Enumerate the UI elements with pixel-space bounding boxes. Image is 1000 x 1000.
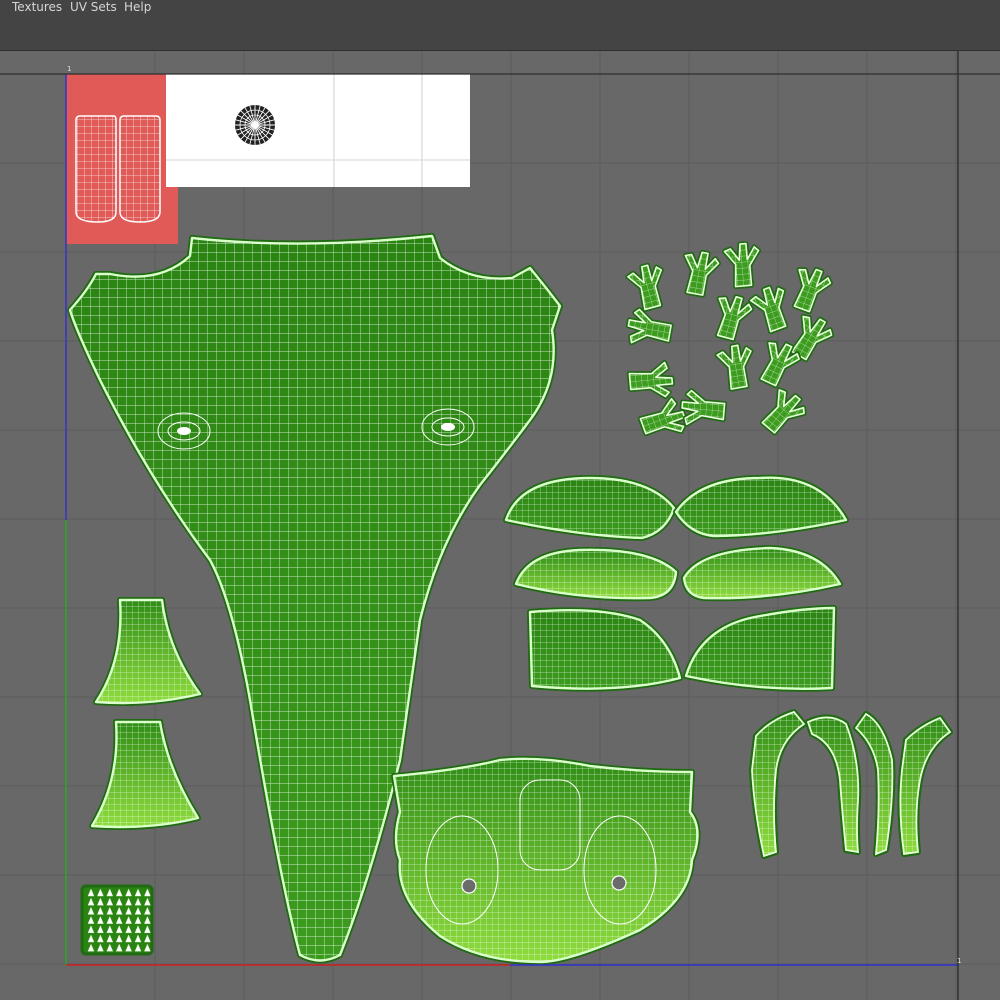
- tile-corner-label: 1: [67, 65, 71, 73]
- claw[interactable]: [679, 388, 728, 428]
- mouth-left-shell[interactable]: [527, 607, 683, 692]
- claw-wire: [762, 389, 805, 433]
- claw[interactable]: [787, 264, 833, 315]
- menu-bar: Textures UV Sets Help: [0, 0, 1000, 51]
- claw[interactable]: [625, 262, 670, 312]
- menu-uv-sets[interactable]: UV Sets: [70, 0, 117, 16]
- eyeball-texture-preview: [166, 74, 470, 187]
- claw[interactable]: [756, 385, 809, 439]
- menu-help[interactable]: Help: [124, 0, 151, 16]
- uv-canvas[interactable]: 1 1: [0, 51, 1000, 1000]
- upper-lips-left-shell[interactable]: [503, 475, 677, 541]
- claw[interactable]: [679, 249, 722, 298]
- claw[interactable]: [626, 359, 675, 400]
- cheek-right-shell[interactable]: [681, 545, 843, 602]
- claw[interactable]: [748, 283, 795, 335]
- teeth-shell[interactable]: [80, 884, 154, 956]
- claw[interactable]: [710, 293, 755, 342]
- menu-textures[interactable]: Textures: [12, 0, 62, 16]
- lower-jaw-shell[interactable]: [391, 755, 701, 965]
- claw[interactable]: [714, 342, 757, 392]
- tile-edge-label: 1: [957, 957, 961, 965]
- claw[interactable]: [625, 306, 674, 349]
- legs-red-shell[interactable]: [66, 74, 178, 244]
- mouth-right-shell[interactable]: [683, 605, 837, 692]
- arm-lower-shell[interactable]: [89, 719, 201, 830]
- arm-upper-shell[interactable]: [93, 597, 203, 706]
- uv-editor-viewport[interactable]: 1 1: [0, 51, 1000, 1000]
- cheek-left-shell[interactable]: [513, 546, 679, 602]
- claw[interactable]: [721, 241, 762, 290]
- claws-shell[interactable]: [625, 241, 836, 444]
- tail-strips-shell[interactable]: [749, 709, 953, 859]
- upper-lips-right-shell[interactable]: [673, 474, 849, 539]
